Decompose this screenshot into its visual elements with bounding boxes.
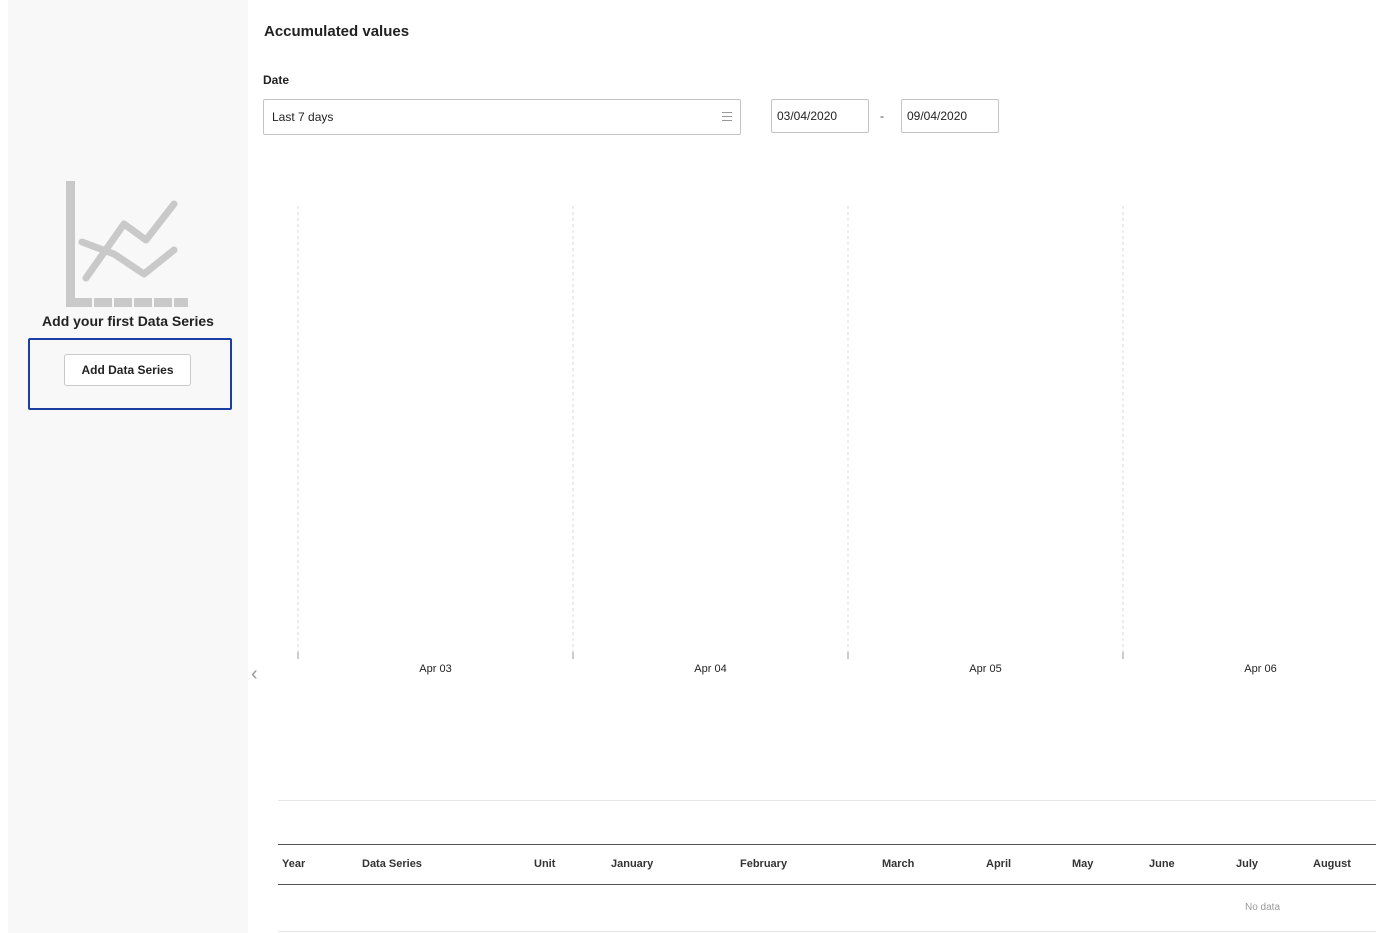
table-header-row: Year Data Series Unit January February M…	[278, 844, 1376, 885]
column-header-march[interactable]: March	[882, 858, 914, 870]
date-range-value: Last 7 days	[272, 110, 334, 124]
chart-x-tick-label: Apr 03	[419, 663, 451, 675]
date-range-select[interactable]: Last 7 days	[263, 99, 741, 135]
column-header-august[interactable]: August	[1313, 858, 1351, 870]
add-data-series-button[interactable]: Add Data Series	[64, 354, 191, 386]
column-header-january[interactable]: January	[611, 858, 653, 870]
table-divider	[278, 800, 1376, 801]
line-chart-icon	[66, 181, 188, 307]
menu-lines-icon	[722, 112, 732, 121]
table-bottom-divider	[278, 931, 1376, 932]
table-empty-message: No data	[1245, 902, 1281, 913]
chart-x-tick-label: Apr 05	[969, 663, 1001, 675]
chart-x-tick-label: Apr 06	[1244, 663, 1276, 675]
column-header-year[interactable]: Year	[282, 858, 305, 870]
column-header-february[interactable]: February	[740, 858, 787, 870]
column-header-july[interactable]: July	[1236, 858, 1258, 870]
data-series-table: Year Data Series Unit January February M…	[278, 844, 1376, 932]
page-title: Accumulated values	[264, 23, 410, 40]
start-date-input[interactable]	[771, 99, 869, 133]
chevron-left-icon[interactable]: ‹	[251, 664, 265, 684]
empty-state-message: Add your first Data Series	[42, 313, 214, 329]
end-date-input[interactable]	[901, 99, 999, 133]
column-header-may[interactable]: May	[1072, 858, 1093, 870]
column-header-june[interactable]: June	[1149, 858, 1175, 870]
date-separator: -	[880, 109, 884, 123]
chart-x-tick-label: Apr 04	[694, 663, 726, 675]
column-header-data-series[interactable]: Data Series	[362, 858, 422, 870]
column-header-april[interactable]: April	[986, 858, 1011, 870]
column-header-unit[interactable]: Unit	[534, 858, 555, 870]
accumulated-values-chart: Apr 03 Apr 04 Apr 05 Apr 06	[297, 206, 1277, 675]
date-label: Date	[263, 73, 290, 87]
data-series-sidebar: Add your first Data Series Add Data Seri…	[8, 0, 248, 933]
